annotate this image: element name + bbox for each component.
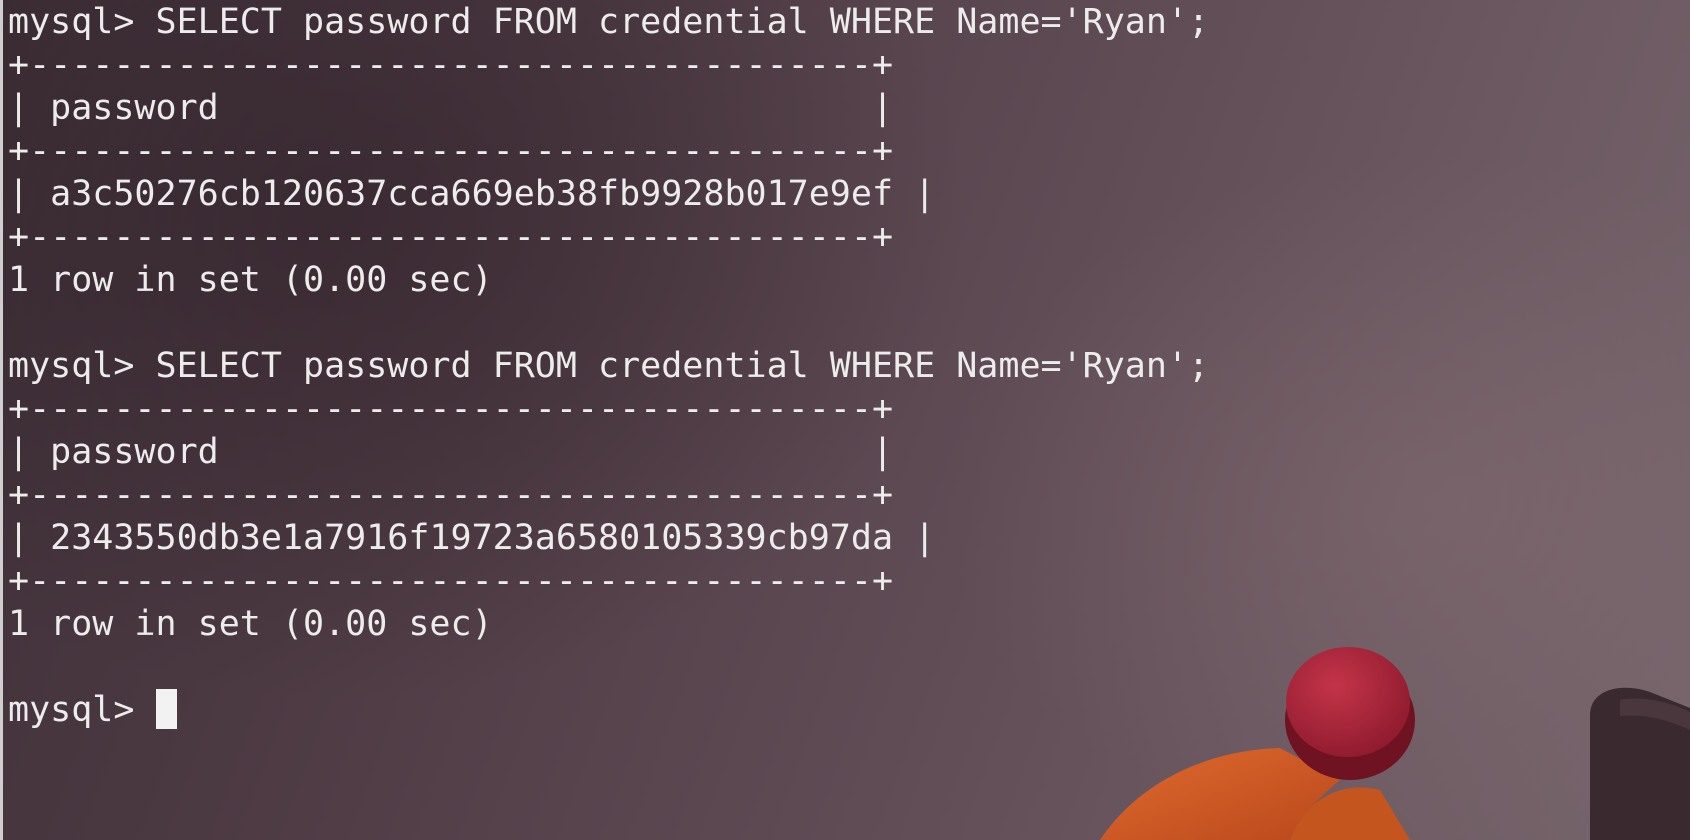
terminal-line-command: mysql> SELECT password FROM credential W… bbox=[8, 2, 1210, 42]
terminal-line-table-border: +---------------------------------------… bbox=[8, 389, 894, 429]
terminal-prompt-line[interactable]: mysql> bbox=[8, 688, 177, 732]
terminal-line-table-border: +---------------------------------------… bbox=[8, 131, 894, 171]
terminal-line-row-count: 1 row in set (0.00 sec) bbox=[8, 604, 493, 644]
window-left-border bbox=[0, 0, 3, 840]
terminal-line-table-border: +---------------------------------------… bbox=[8, 217, 894, 257]
terminal-line-table-row: | a3c50276cb120637cca669eb38fb9928b017e9… bbox=[8, 174, 936, 214]
terminal-line-row-count: 1 row in set (0.00 sec) bbox=[8, 260, 493, 300]
terminal-line-command: mysql> SELECT password FROM credential W… bbox=[8, 346, 1210, 386]
terminal-line-table-header: | password | bbox=[8, 432, 894, 472]
wallpaper-decoration bbox=[1100, 647, 1690, 840]
terminal-line-table-border: +---------------------------------------… bbox=[8, 561, 894, 601]
terminal-line-table-border: +---------------------------------------… bbox=[8, 475, 894, 515]
terminal-prompt: mysql> bbox=[8, 690, 156, 730]
text-cursor bbox=[155, 689, 177, 729]
terminal-line-table-header: | password | bbox=[8, 88, 894, 128]
terminal-line-table-row: | 2343550db3e1a7916f19723a6580105339cb97… bbox=[8, 518, 936, 558]
terminal-line-table-border: +---------------------------------------… bbox=[8, 45, 894, 85]
